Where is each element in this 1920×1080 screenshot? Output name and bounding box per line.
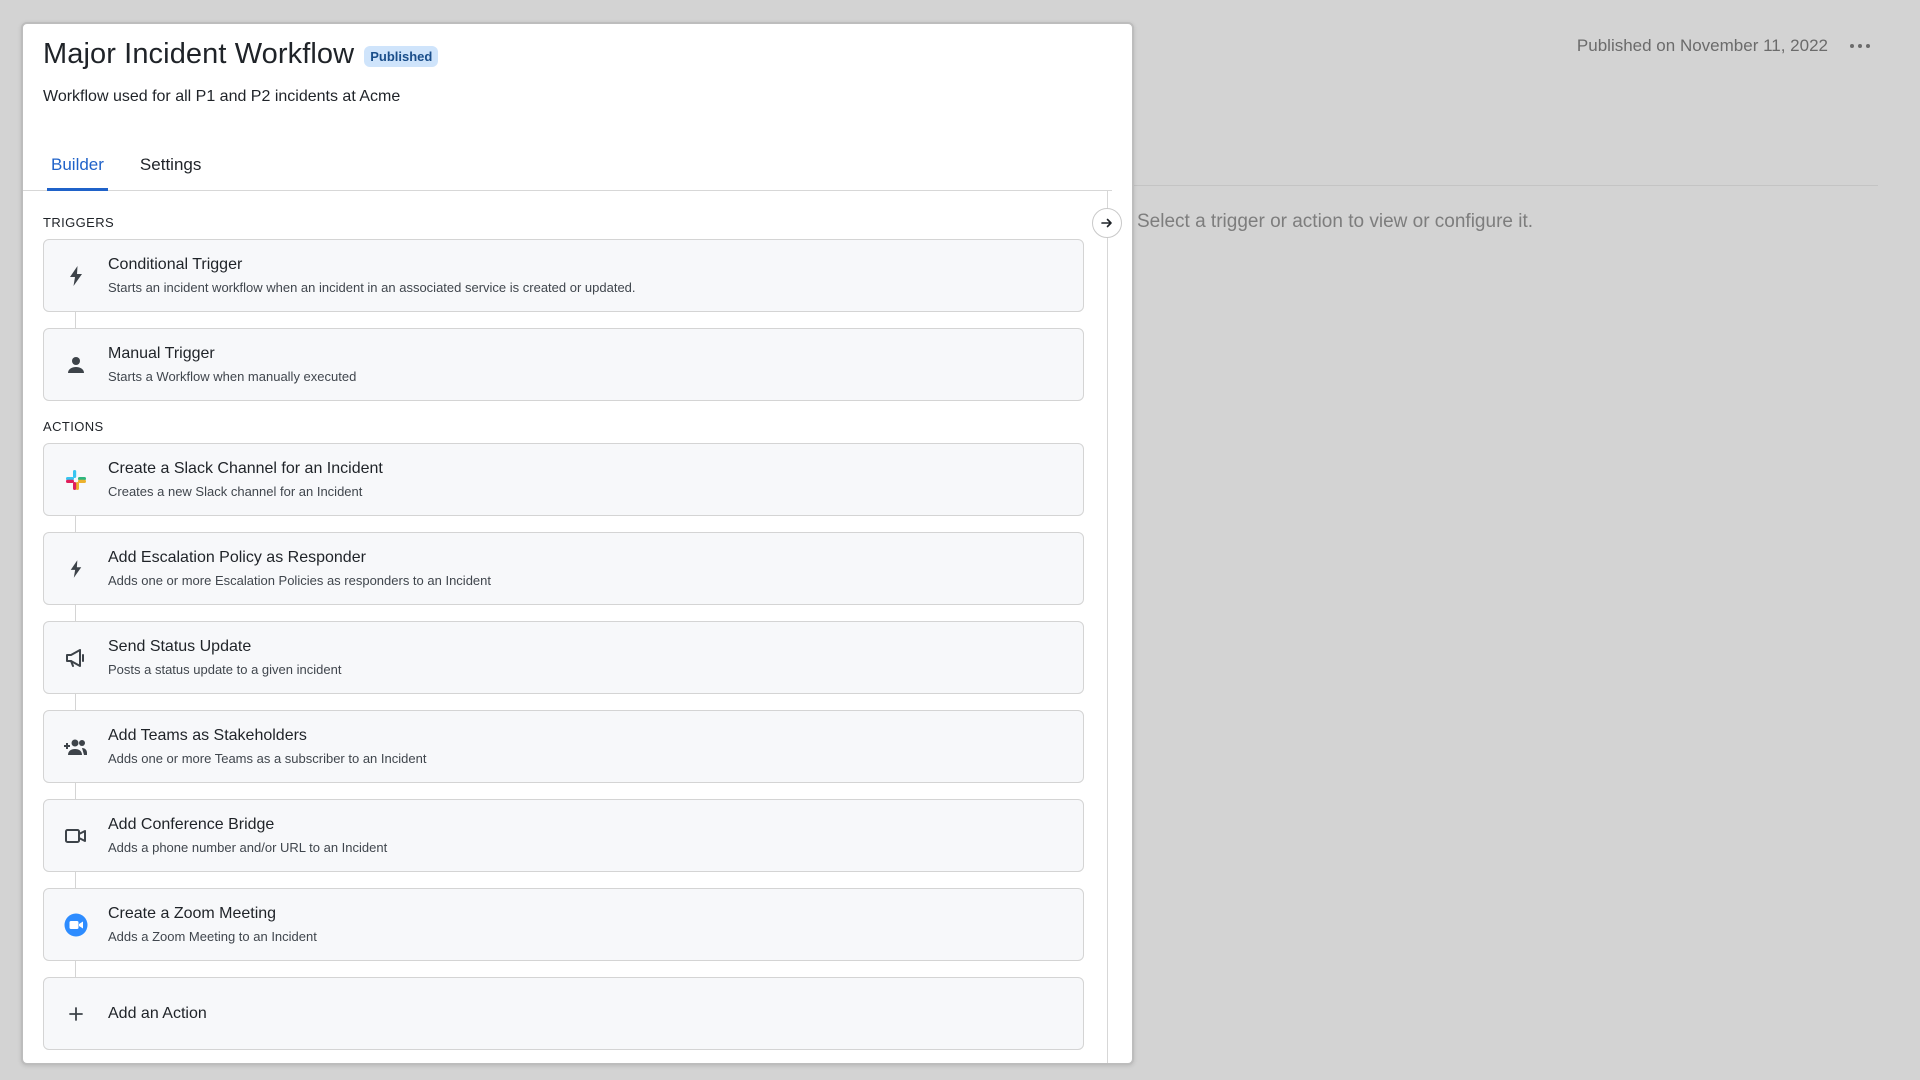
card-title: Manual Trigger <box>108 345 215 362</box>
trigger-card-manual[interactable]: Manual Trigger Starts a Workflow when ma… <box>43 328 1084 401</box>
card-title: Add Teams as Stakeholders <box>108 727 307 744</box>
card-description: Adds a Zoom Meeting to an Incident <box>108 929 317 944</box>
flow-connector <box>75 961 76 977</box>
card-description: Starts an incident workflow when an inci… <box>108 280 636 295</box>
triggers-heading: TRIGGERS <box>43 215 115 230</box>
flow-connector <box>75 694 76 710</box>
card-title: Add Conference Bridge <box>108 816 275 833</box>
flow-connector <box>75 872 76 888</box>
tab-bar: Builder Settings <box>23 150 1112 191</box>
card-title: Add Escalation Policy as Responder <box>108 549 366 566</box>
action-card-conference-bridge[interactable]: Add Conference Bridge Adds a phone numbe… <box>43 799 1084 872</box>
card-description: Adds one or more Teams as a subscriber t… <box>108 751 427 766</box>
card-title: Create a Zoom Meeting <box>108 905 277 922</box>
flow-connector <box>75 312 76 328</box>
expand-panel-button[interactable] <box>1092 208 1122 238</box>
add-action-label: Add an Action <box>108 1004 207 1022</box>
plus-icon <box>44 1006 108 1021</box>
card-title: Create a Slack Channel for an Incident <box>108 460 383 477</box>
workflow-header: Major Incident Workflow Published Workfl… <box>23 24 1132 191</box>
workflow-description: Workflow used for all P1 and P2 incident… <box>43 88 401 105</box>
action-card-escalation-policy[interactable]: Add Escalation Policy as Responder Adds … <box>43 532 1084 605</box>
more-options-icon[interactable] <box>1850 43 1872 49</box>
builder-canvas: TRIGGERS Conditional Trigger Starts an i… <box>23 191 1132 1063</box>
actions-heading: ACTIONS <box>43 419 104 434</box>
detail-empty-hint: Select a trigger or action to view or co… <box>1137 211 1534 232</box>
card-title: Send Status Update <box>108 638 252 655</box>
action-card-zoom-meeting[interactable]: Create a Zoom Meeting Adds a Zoom Meetin… <box>43 888 1084 961</box>
card-description: Starts a Workflow when manually executed <box>108 369 357 384</box>
card-description: Adds one or more Escalation Policies as … <box>108 573 491 588</box>
lightning-icon <box>44 559 108 578</box>
arrow-right-icon <box>1101 218 1112 228</box>
add-action-button[interactable]: Add an Action <box>43 977 1084 1050</box>
workflow-meta: Published on November 11, 2022 <box>1577 36 1872 56</box>
trigger-card-conditional[interactable]: Conditional Trigger Starts an incident w… <box>43 239 1084 312</box>
person-icon <box>44 356 108 374</box>
megaphone-icon <box>44 648 108 667</box>
panel-divider <box>1107 191 1108 1063</box>
flow-connector <box>75 605 76 621</box>
status-badge: Published <box>364 46 439 67</box>
workflow-panel: Major Incident Workflow Published Workfl… <box>21 22 1134 1065</box>
team-add-icon <box>44 738 108 756</box>
card-description: Posts a status update to a given inciden… <box>108 662 342 677</box>
published-date: Published on November 11, 2022 <box>1576 36 1828 55</box>
slack-icon <box>44 469 108 491</box>
action-card-slack-channel[interactable]: Create a Slack Channel for an Incident C… <box>43 443 1084 516</box>
lightning-icon <box>44 265 108 286</box>
card-title: Conditional Trigger <box>108 256 243 273</box>
detail-divider <box>1132 185 1878 186</box>
page-title: Major Incident Workflow <box>43 38 355 70</box>
tab-builder[interactable]: Builder <box>47 150 108 191</box>
card-description: Creates a new Slack channel for an Incid… <box>108 484 363 499</box>
card-description: Adds a phone number and/or URL to an Inc… <box>108 840 388 855</box>
zoom-icon <box>44 913 108 937</box>
action-card-status-update[interactable]: Send Status Update Posts a status update… <box>43 621 1084 694</box>
tab-settings[interactable]: Settings <box>136 150 205 191</box>
flow-connector <box>75 516 76 532</box>
action-card-teams-stakeholders[interactable]: Add Teams as Stakeholders Adds one or mo… <box>43 710 1084 783</box>
flow-connector <box>75 783 76 799</box>
video-camera-icon <box>44 828 108 844</box>
